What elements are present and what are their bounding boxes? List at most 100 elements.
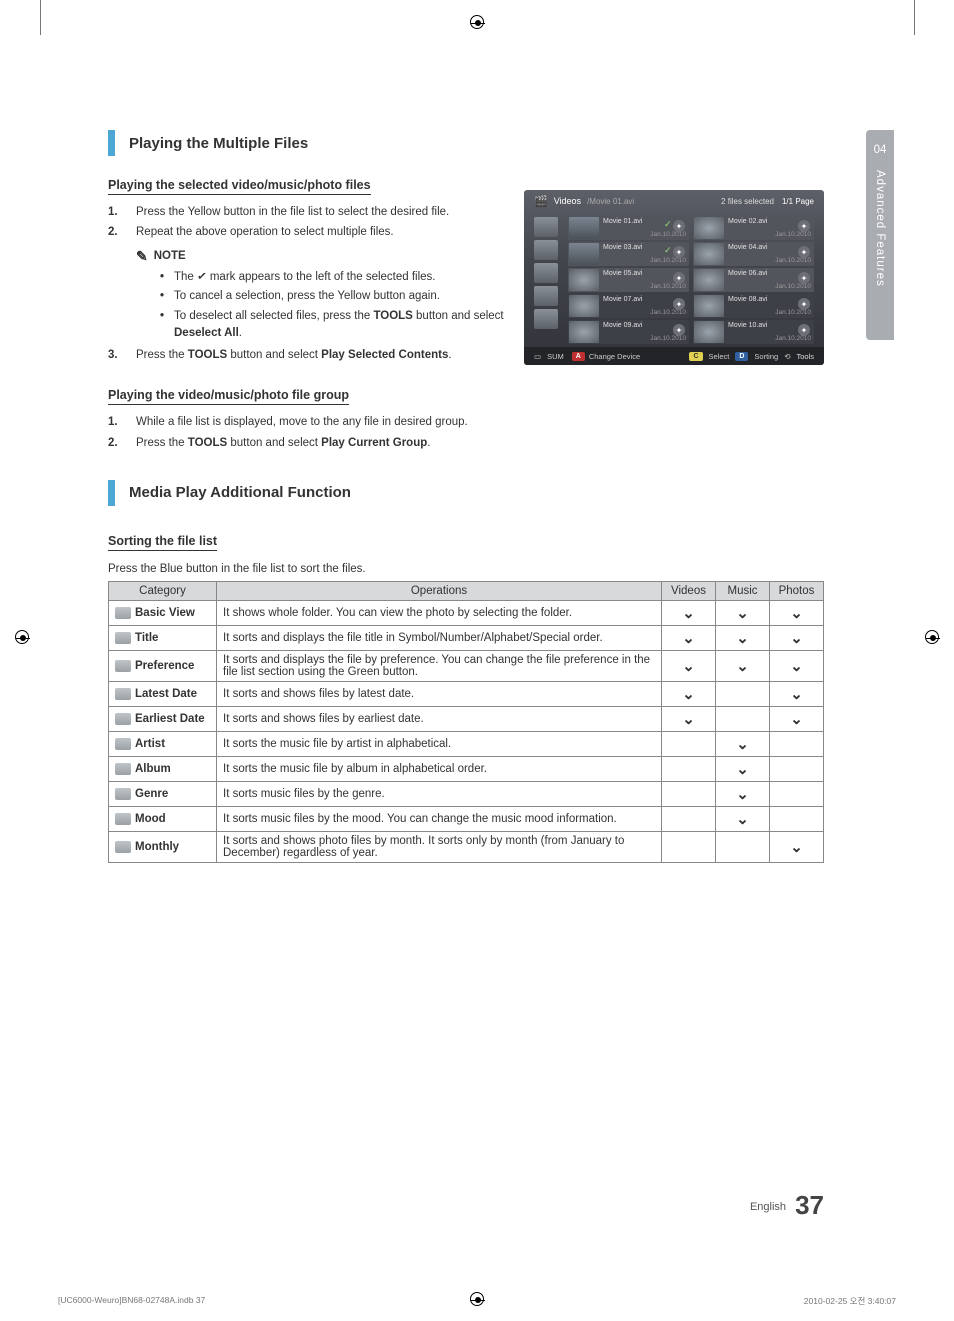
sidebar-sort-icon [534,263,558,283]
preview-file-date: Jan.10.2010 [728,231,811,238]
operation-desc: It sorts and displays the file title in … [217,625,662,650]
operation-desc: It sorts music files by the mood. You ca… [217,806,662,831]
step-2: 2.Repeat the above operation to select m… [108,224,528,241]
support-mark: ⌄ [662,600,716,625]
preview-file-date: Jan.10.2010 [603,283,686,290]
registration-mark-top [470,15,484,29]
category-label: Preference [135,660,194,672]
preview-file-item: Movie 03.aviJan.10.2010✦ [568,242,689,266]
footer-sum: SUM [547,352,564,361]
operation-desc: It sorts and displays the file by prefer… [217,650,662,681]
category-icon [115,632,131,644]
th-videos: Videos [662,581,716,600]
key-c-badge: C [689,352,702,361]
support-mark [662,756,716,781]
check-icon: ✓ [196,268,208,286]
step-3: 3.Press the TOOLS button and select Play… [108,347,528,364]
preview-file-item: Movie 04.aviJan.10.2010✦ [693,242,814,266]
preview-file-item: Movie 01.aviJan.10.2010✦ [568,216,689,240]
preview-file-date: Jan.10.2010 [728,257,811,264]
category-label: Genre [135,788,168,800]
support-mark [662,806,716,831]
support-mark [662,831,716,862]
preview-file-item: Movie 09.aviJan.10.2010✦ [568,320,689,344]
checkmark-icon: ⌄ [736,811,749,828]
th-photos: Photos [770,581,824,600]
category-label: Latest Date [135,688,197,700]
chapter-title: Advanced Features [874,170,886,287]
footer-select: Select [709,352,730,361]
table-row: Basic ViewIt shows whole folder. You can… [109,600,824,625]
crop-mark [914,0,915,35]
page-number: 37 [795,1190,824,1220]
preview-selected-count: 2 files selected [721,197,774,206]
support-mark [716,681,770,706]
table-row: MoodIt sorts music files by the mood. Yo… [109,806,824,831]
category-icon [115,607,131,619]
preview-thumbnail [694,269,724,291]
support-mark: ⌄ [716,650,770,681]
preview-footer: ▭ SUM A Change Device C Select D Sorting… [524,347,824,365]
support-mark: ⌄ [662,650,716,681]
key-d-badge: D [735,352,748,361]
table-row: Album It sorts the music file by album in… [109,756,824,781]
step-group-2: 2.Press the TOOLS button and select Play… [108,435,824,452]
table-row: Latest Date It sorts and shows files by l… [109,681,824,706]
preview-thumbnail [694,321,724,343]
subheading-file-group: Playing the video/music/photo file group [108,388,349,405]
category-label: Title [135,632,158,644]
operation-desc: It sorts the music file by album in alph… [217,756,662,781]
operation-desc: It sorts the music file by artist in alp… [217,731,662,756]
operation-desc: It sorts and shows photo files by month.… [217,831,662,862]
chapter-tab: 04 Advanced Features [866,130,894,340]
checkmark-icon: ⌄ [790,658,803,675]
operation-desc: It sorts and shows files by earliest dat… [217,706,662,731]
footer-change-device: Change Device [589,352,640,361]
note-item-2: To cancel a selection, press the Yellow … [160,288,520,305]
checkmark-icon: ⌄ [682,711,695,728]
table-row: Earliest Date It sorts and shows files by… [109,706,824,731]
section-heading-1: Playing the Multiple Files [108,130,824,156]
table-row: Preference It sorts and displays the file… [109,650,824,681]
preview-check-icon: ✦ [673,246,685,258]
checkmark-icon: ⌄ [790,630,803,647]
preview-thumbnail [694,217,724,239]
preview-check-icon: ✦ [798,272,810,284]
preview-file-date: Jan.10.2010 [728,283,811,290]
support-mark [716,706,770,731]
category-label: Monthly [135,841,179,853]
support-mark [770,806,824,831]
support-mark: ⌄ [770,650,824,681]
support-mark: ⌄ [716,731,770,756]
support-mark: ⌄ [716,781,770,806]
steps-list-1: 1.Press the Yellow button in the file li… [108,204,528,242]
checkmark-icon: ⌄ [790,605,803,622]
operation-desc: It sorts and shows files by latest date. [217,681,662,706]
checkmark-icon: ⌄ [790,839,803,856]
preview-path: /Movie 01.avi [587,197,634,206]
support-mark [662,781,716,806]
preview-file-date: Jan.10.2010 [728,309,811,316]
category-label: Artist [135,738,165,750]
th-music: Music [716,581,770,600]
sidebar-sort-icon [534,309,558,329]
tools-icon: ⟲ [784,352,790,361]
preview-thumbnail [569,243,599,265]
preview-file-item: Movie 07.aviJan.10.2010✦ [568,294,689,318]
doc-meta-right: 2010-02-25 오전 3:40:07 [804,1295,896,1307]
checkmark-icon: ⌄ [790,686,803,703]
category-label: Earliest Date [135,713,205,725]
support-mark: ⌄ [716,625,770,650]
step-group-1: 1.While a file list is displayed, move t… [108,414,824,431]
category-icon [115,738,131,750]
sorting-desc: Press the Blue button in the file list t… [108,563,824,575]
file-list-preview: 🎬 Videos /Movie 01.avi 2 files selected … [524,190,824,365]
note-item-3: To deselect all selected files, press th… [160,308,520,341]
th-category: Category [109,581,217,600]
table-row: Title It sorts and displays the file titl… [109,625,824,650]
checkmark-icon: ⌄ [736,761,749,778]
checkmark-icon: ⌄ [682,686,695,703]
section-title-1: Playing the Multiple Files [129,135,308,152]
category-label: Album [135,763,171,775]
th-operations: Operations [217,581,662,600]
